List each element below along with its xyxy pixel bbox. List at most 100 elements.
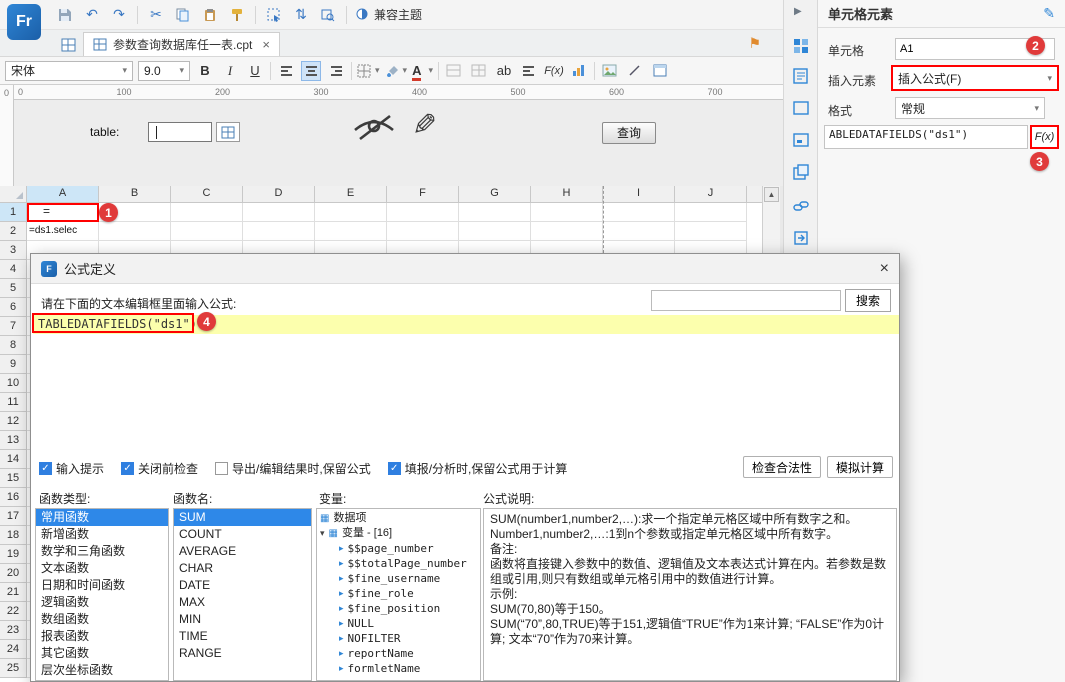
column-header-A[interactable]: A xyxy=(27,186,99,203)
function-name-6[interactable]: MAX xyxy=(174,594,311,611)
hyperlink-tab-icon[interactable] xyxy=(793,198,809,217)
search-button[interactable]: 搜索 xyxy=(845,289,891,312)
column-header-B[interactable]: B xyxy=(99,186,171,203)
function-type-1[interactable]: 常用函数 xyxy=(36,509,168,526)
checkbox-icon[interactable] xyxy=(215,462,229,475)
formula-option-1[interactable]: ✓ 输入提示 xyxy=(39,460,104,477)
open-formula-editor-button[interactable]: F(x) xyxy=(1030,125,1059,149)
row-header-25[interactable]: 25 xyxy=(0,659,27,678)
function-name-3[interactable]: AVERAGE xyxy=(174,543,311,560)
font-family-select[interactable]: 宋体 ▾ xyxy=(5,60,133,81)
function-type-6[interactable]: 逻辑函数 xyxy=(36,594,168,611)
flag-icon[interactable]: ⚑ xyxy=(748,35,761,52)
formula-option-2[interactable]: ✓ 关闭前检查 xyxy=(121,460,198,477)
variable-item[interactable]: ▸ $fine_position xyxy=(317,601,480,616)
function-name-5[interactable]: DATE xyxy=(174,577,311,594)
chart-insert-button[interactable] xyxy=(569,61,589,81)
checkbox-icon[interactable]: ✓ xyxy=(387,462,401,475)
function-name-1[interactable]: SUM xyxy=(174,509,311,526)
var-root-data-items[interactable]: ▦ 数据项 xyxy=(317,511,480,526)
simulate-calc-button[interactable]: 模拟计算 xyxy=(827,456,893,478)
cell-C1[interactable] xyxy=(171,203,243,222)
align-center-button[interactable] xyxy=(301,60,321,81)
dialog-close-icon[interactable]: × xyxy=(880,260,889,278)
tab-report[interactable]: 参数查询数据库任一表.cpt × xyxy=(83,32,280,56)
row-header-11[interactable]: 11 xyxy=(0,393,27,412)
formula-insert-button[interactable]: F(x) xyxy=(544,61,564,81)
function-name-list[interactable]: SUM COUNT AVERAGE CHAR DATE MAX MIN TIME RANGE xyxy=(173,508,312,681)
cell-C2[interactable] xyxy=(171,222,243,241)
rich-text-button[interactable] xyxy=(519,61,539,81)
panel-collapse-icon[interactable]: ▶ xyxy=(794,6,802,17)
align-left-button[interactable] xyxy=(276,61,296,81)
cell-D1[interactable] xyxy=(243,203,315,222)
row-header-22[interactable]: 22 xyxy=(0,602,27,621)
bold-button[interactable]: B xyxy=(195,61,215,81)
row-header-10[interactable]: 10 xyxy=(0,374,27,393)
save-icon[interactable] xyxy=(56,5,74,25)
function-name-8[interactable]: TIME xyxy=(174,628,311,645)
scroll-up-icon[interactable]: ▲ xyxy=(764,187,779,202)
hidden-widget-eye-slash-icon[interactable] xyxy=(350,110,398,147)
select-region-icon[interactable] xyxy=(265,5,283,25)
app-logo-icon[interactable]: Fr xyxy=(7,4,41,40)
merge-cells-button[interactable] xyxy=(444,61,464,81)
function-type-2[interactable]: 新增函数 xyxy=(36,526,168,543)
column-header-G[interactable]: G xyxy=(459,186,531,203)
formula-option-3[interactable]: 导出/编辑结果时,保留公式 xyxy=(215,460,371,477)
function-type-5[interactable]: 日期和时间函数 xyxy=(36,577,168,594)
cell-G2[interactable] xyxy=(459,222,531,241)
variable-item[interactable]: ▸ NULL xyxy=(317,616,480,631)
float-element-tab-icon[interactable] xyxy=(793,164,809,183)
function-type-4[interactable]: 文本函数 xyxy=(36,560,168,577)
italic-button[interactable]: I xyxy=(220,61,240,81)
zoom-search-icon[interactable] xyxy=(319,5,337,25)
cell-H1[interactable] xyxy=(531,203,603,222)
cell-J1[interactable] xyxy=(675,203,747,222)
fill-color-button[interactable]: ▾ xyxy=(385,61,407,81)
row-header-1[interactable]: 1 xyxy=(0,203,27,222)
row-header-24[interactable]: 24 xyxy=(0,640,27,659)
edit-pencil-icon[interactable]: ✎ xyxy=(412,108,437,143)
formula-editor-line[interactable]: TABLEDATAFIELDS("ds1") xyxy=(33,315,899,334)
column-header-I[interactable]: I xyxy=(603,186,675,203)
column-header-E[interactable]: E xyxy=(315,186,387,203)
cell-A2[interactable]: =ds1.selec xyxy=(27,222,99,241)
row-header-23[interactable]: 23 xyxy=(0,621,27,640)
cell-F2[interactable] xyxy=(387,222,459,241)
cell-element-tab-icon[interactable] xyxy=(793,38,809,57)
variable-item[interactable]: ▸ $$totalPage_number xyxy=(317,556,480,571)
row-header-20[interactable]: 20 xyxy=(0,564,27,583)
function-type-10[interactable]: 层次坐标函数 xyxy=(36,662,168,679)
tab-close-icon[interactable]: × xyxy=(262,37,270,52)
cell-formula-field[interactable]: ABLEDATAFIELDS("ds1") xyxy=(824,125,1028,149)
cell-F1[interactable] xyxy=(387,203,459,222)
paste-icon[interactable] xyxy=(201,5,219,25)
copy-icon[interactable] xyxy=(174,5,192,25)
cell-E2[interactable] xyxy=(315,222,387,241)
column-header-J[interactable]: J xyxy=(675,186,747,203)
function-name-2[interactable]: COUNT xyxy=(174,526,311,543)
row-header-13[interactable]: 13 xyxy=(0,431,27,450)
align-right-button[interactable] xyxy=(326,61,346,81)
cell-I1[interactable] xyxy=(603,203,675,222)
var-root-variables[interactable]: ▾ ▦ 变量 - [16] xyxy=(317,526,480,541)
function-search-input[interactable] xyxy=(651,290,841,311)
row-header-12[interactable]: 12 xyxy=(0,412,27,431)
row-header-17[interactable]: 17 xyxy=(0,507,27,526)
cell-I2[interactable] xyxy=(603,222,675,241)
variable-tree[interactable]: ▦ 数据项 ▾ ▦ 变量 - [16] ▸ $$page_number ▸ $$totalPag… xyxy=(316,508,481,681)
row-header-19[interactable]: 19 xyxy=(0,545,27,564)
new-grid-report-icon[interactable] xyxy=(61,38,76,52)
swap-rows-icon[interactable]: ⇅ xyxy=(292,5,310,25)
function-type-9[interactable]: 其它函数 xyxy=(36,645,168,662)
row-header-6[interactable]: 6 xyxy=(0,298,27,317)
cell-attribute-tab-icon[interactable] xyxy=(793,68,809,87)
cell-H2[interactable] xyxy=(531,222,603,241)
row-header-8[interactable]: 8 xyxy=(0,336,27,355)
redo-icon[interactable]: ↷ xyxy=(110,5,128,25)
underline-button[interactable]: U xyxy=(245,61,265,81)
cell-A1[interactable]: = xyxy=(27,203,99,222)
parameter-text-input[interactable] xyxy=(148,122,212,142)
report-design-canvas[interactable]: table: ✎ 查询 xyxy=(14,100,783,186)
